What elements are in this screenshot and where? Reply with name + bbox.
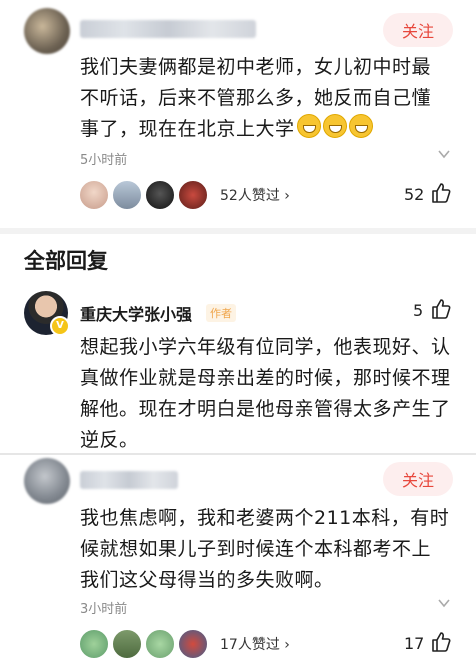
verified-badge-icon: V: [50, 316, 70, 336]
like-count: 17: [404, 634, 425, 653]
author-name[interactable]: 重庆大学张小强: [80, 301, 192, 325]
chevron-down-icon[interactable]: [436, 146, 452, 162]
likers-link[interactable]: 17人赞过 ›: [220, 634, 290, 654]
emoji-grin-icon: [296, 114, 321, 138]
thumbs-up-icon[interactable]: [430, 298, 452, 320]
avatar[interactable]: [111, 179, 143, 211]
avatar[interactable]: [78, 628, 110, 660]
timestamp: 3小时前: [80, 602, 128, 617]
avatar[interactable]: [24, 8, 70, 54]
thumbs-up-icon[interactable]: [430, 182, 452, 204]
avatar[interactable]: [111, 628, 143, 660]
comment-text: 我们夫妻俩都是初中老师，女儿初中时最不听话，后来不管那么多，她反而自己懂事了，现…: [80, 52, 440, 145]
chevron-down-icon[interactable]: [436, 595, 452, 611]
comment-text-body: 我们夫妻俩都是初中老师，女儿初中时最不听话，后来不管那么多，她反而自己懂事了，现…: [80, 56, 432, 140]
emoji-grin-icon: [348, 114, 373, 138]
avatar[interactable]: [24, 458, 70, 504]
username-blurred[interactable]: [80, 20, 256, 38]
follow-button[interactable]: 关注: [383, 462, 453, 496]
avatar[interactable]: [144, 628, 176, 660]
thumbs-up-icon[interactable]: [430, 631, 452, 653]
section-title: 全部回复: [24, 249, 108, 273]
author-badge: 作者: [206, 304, 236, 322]
timestamp: 5小时前: [80, 153, 128, 168]
avatar[interactable]: [177, 179, 209, 211]
like-count: 52: [404, 185, 425, 204]
divider: [0, 453, 476, 455]
username-blurred[interactable]: [80, 471, 178, 489]
likers-link[interactable]: 52人赞过 ›: [220, 185, 290, 205]
follow-button[interactable]: 关注: [383, 13, 453, 47]
avatar[interactable]: [177, 628, 209, 660]
comment-text: 我也焦虑啊，我和老婆两个211本科，有时候就想如果儿子到时候连个本科都考不上我们…: [80, 507, 450, 591]
avatar[interactable]: [78, 179, 110, 211]
like-count: 5: [413, 301, 424, 320]
reply-text: 想起我小学六年级有位同学，他表现好、认真做作业就是母亲出差的时候，那时候不理解他…: [80, 336, 451, 451]
emoji-grin-icon: [322, 114, 347, 138]
divider: [0, 228, 476, 234]
avatar[interactable]: [144, 179, 176, 211]
